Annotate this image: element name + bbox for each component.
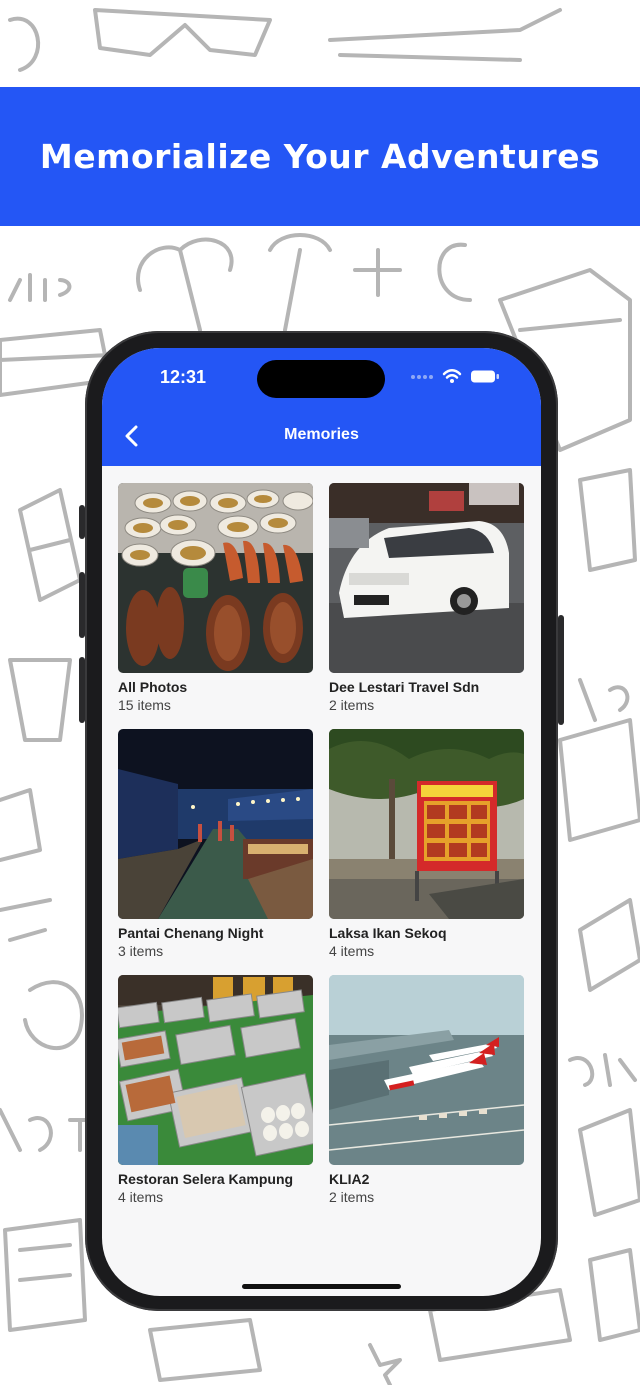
volume-down-button: [79, 657, 85, 723]
album-card[interactable]: All Photos 15 items: [118, 483, 313, 713]
album-thumbnail: [118, 729, 313, 919]
album-card[interactable]: Restoran Selera Kampung 4 items: [118, 975, 313, 1205]
album-name: KLIA2: [329, 1171, 370, 1187]
app-screen: 12:31 Memories All Photos 15 items Dee L…: [102, 348, 541, 1296]
dynamic-island: [257, 360, 385, 398]
promo-banner: Memorialize Your Adventures: [0, 87, 640, 226]
page-title: Memories: [284, 426, 359, 443]
album-thumbnail: [329, 483, 524, 673]
album-thumbnail: [118, 975, 313, 1165]
status-time: 12:31: [160, 367, 207, 387]
volume-up-button: [79, 572, 85, 638]
album-name: Laksa Ikan Sekoq: [329, 925, 447, 941]
battery-icon: [471, 370, 499, 382]
banner-title: Memorialize Your Adventures: [39, 137, 601, 176]
album-thumbnail: [118, 483, 313, 673]
power-button: [558, 615, 564, 725]
album-name: Pantai Chenang Night: [118, 925, 264, 941]
album-count: 4 items: [329, 943, 375, 959]
album-name: All Photos: [118, 679, 188, 695]
album-count: 3 items: [118, 943, 164, 959]
album-name: Dee Lestari Travel Sdn: [329, 679, 480, 695]
signal-icon: [411, 375, 433, 379]
home-indicator[interactable]: [242, 1284, 401, 1289]
album-card[interactable]: KLIA2 2 items: [329, 975, 524, 1205]
silent-switch: [79, 505, 85, 539]
album-card[interactable]: Laksa Ikan Sekoq 4 items: [329, 729, 524, 959]
album-count: 4 items: [118, 1189, 164, 1205]
status-icons: [410, 368, 500, 384]
album-card[interactable]: Pantai Chenang Night 3 items: [118, 729, 313, 959]
wifi-icon: [442, 369, 462, 383]
app-header: 12:31 Memories: [102, 348, 541, 466]
album-count: 15 items: [118, 697, 171, 713]
album-thumbnail: [329, 975, 524, 1165]
album-count: 2 items: [329, 1189, 375, 1205]
album-name: Restoran Selera Kampung: [118, 1171, 294, 1187]
album-card[interactable]: Dee Lestari Travel Sdn 2 items: [329, 483, 524, 713]
album-count: 2 items: [329, 697, 375, 713]
album-thumbnail: [329, 729, 524, 919]
